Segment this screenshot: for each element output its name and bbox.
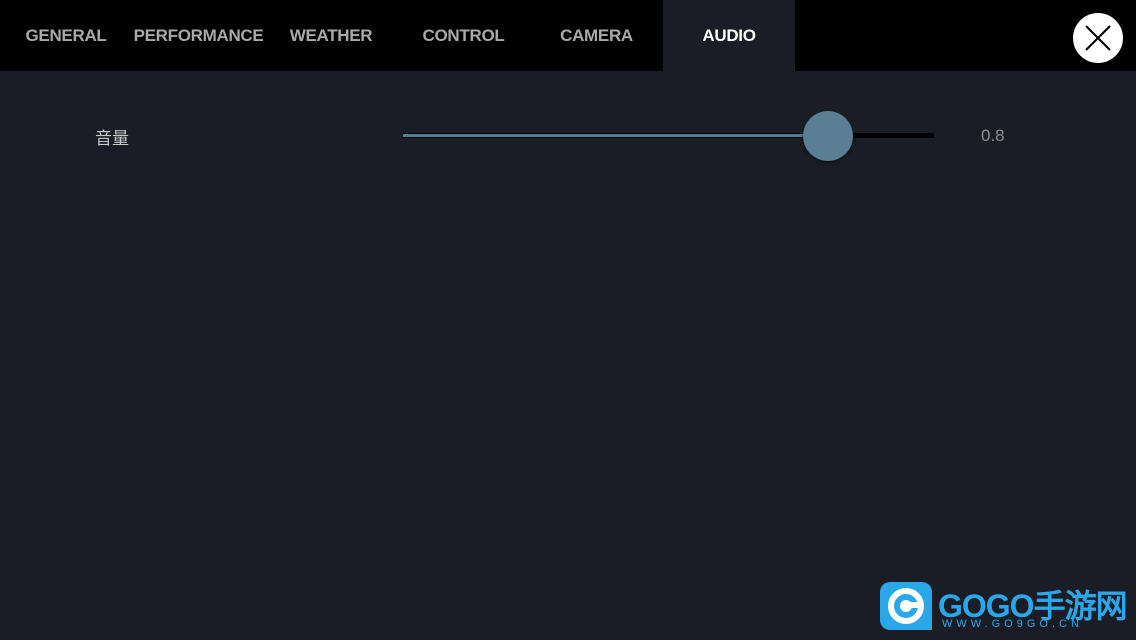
close-button[interactable] (1073, 13, 1123, 63)
tab-performance[interactable]: PERFORMANCE (132, 0, 265, 71)
volume-slider[interactable] (403, 111, 934, 161)
tab-control[interactable]: CONTROL (397, 0, 530, 71)
gogo-logo-icon (880, 582, 932, 630)
tab-audio[interactable]: AUDIO (663, 0, 795, 71)
watermark-logo: GOGO手游网 WWW.GO9GO.CN (880, 578, 1130, 634)
settings-tab-bar: GENERAL PERFORMANCE WEATHER CONTROL CAME… (0, 0, 1136, 71)
tab-general[interactable]: GENERAL (0, 0, 132, 71)
tab-weather[interactable]: WEATHER (265, 0, 397, 71)
volume-label: 音量 (95, 129, 129, 148)
volume-value: 0.8 (981, 126, 1005, 145)
tab-camera[interactable]: CAMERA (530, 0, 663, 71)
slider-fill (403, 134, 828, 137)
slider-knob[interactable] (802, 111, 853, 161)
close-icon (1085, 25, 1111, 51)
watermark-url: WWW.GO9GO.CN (942, 618, 1083, 630)
